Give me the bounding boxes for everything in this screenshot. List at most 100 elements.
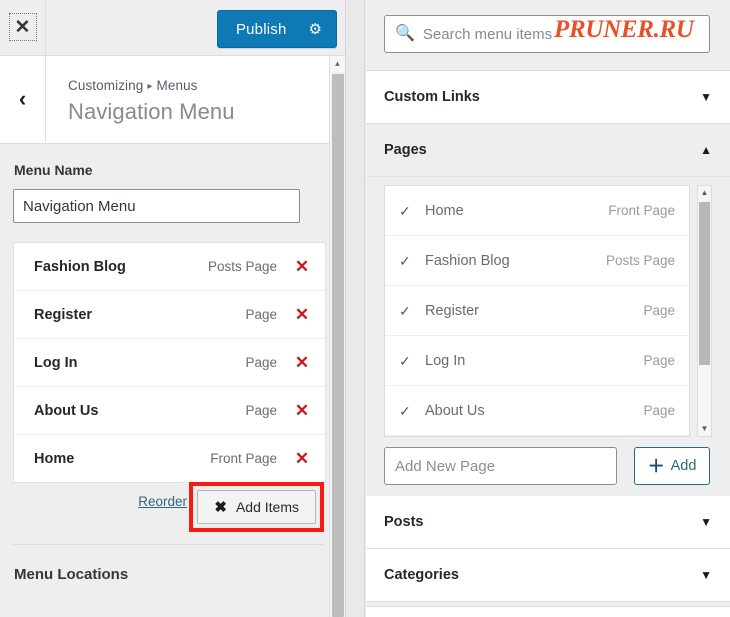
list-item[interactable]: ✓ Register Page: [385, 286, 689, 336]
reorder-link[interactable]: Reorder: [138, 494, 187, 509]
accordion-title: Categories: [384, 567, 459, 583]
accordion-categories[interactable]: Categories ▼: [366, 549, 730, 602]
gear-icon[interactable]: ⚙: [309, 22, 322, 37]
list-item[interactable]: ✓ Fashion Blog Posts Page: [385, 236, 689, 286]
publish-button-label: Publish: [235, 20, 287, 38]
add-new-page-input[interactable]: [384, 447, 617, 485]
page-type-label: Front Page: [608, 203, 675, 218]
customizer-screen: ✕ Publish ⚙ ‹ Customizing ▸ Menus Navigati…: [0, 0, 730, 617]
page-title-label: Register: [425, 302, 479, 319]
accordion-posts[interactable]: Posts ▼: [366, 496, 730, 549]
menu-locations-heading: Menu Locations: [14, 566, 129, 583]
add-items-button[interactable]: ✖ Add Items: [197, 490, 316, 524]
pages-panel: ✓ Home Front Page ✓ Fashion Blog Posts P…: [366, 177, 730, 438]
scrollbar-thumb[interactable]: [699, 202, 710, 365]
add-items-highlight: ✖ Add Items: [189, 482, 324, 532]
list-item[interactable]: ✓ About Us Page: [385, 386, 689, 436]
chevron-up-icon: ▲: [700, 143, 712, 157]
menu-item-row[interactable]: Fashion Blog Posts Page ✕: [14, 243, 325, 291]
menu-item-row[interactable]: Register Page ✕: [14, 291, 325, 339]
customizer-topbar: ✕ Publish ⚙: [0, 0, 345, 56]
close-x-icon: ✖: [214, 498, 227, 516]
page-type-label: Page: [643, 353, 675, 368]
page-type-label: Page: [643, 403, 675, 418]
page-title-label: Log In: [425, 352, 466, 369]
panel-bottom-fill: [366, 606, 730, 617]
search-placeholder: Search menu items: [422, 25, 553, 43]
menu-item-row[interactable]: Log In Page ✕: [14, 339, 325, 387]
menu-item-title: Fashion Blog: [34, 258, 126, 275]
add-items-button-label: Add Items: [235, 499, 299, 515]
page-type-label: Posts Page: [605, 253, 675, 268]
list-item[interactable]: ✓ Home Front Page: [385, 186, 689, 236]
remove-menu-item-icon[interactable]: ✕: [291, 400, 313, 422]
check-icon: ✓: [399, 402, 411, 419]
breadcrumb-root[interactable]: Customizing: [68, 78, 143, 93]
remove-menu-item-icon[interactable]: ✕: [291, 352, 313, 374]
chevron-down-icon: ▼: [700, 568, 712, 582]
page-title-label: About Us: [425, 402, 485, 419]
plus-icon: ＋: [647, 456, 665, 476]
check-icon: ✓: [399, 352, 411, 369]
remove-menu-item-icon[interactable]: ✕: [291, 256, 313, 278]
chevron-down-icon: ▼: [700, 515, 712, 529]
chevron-down-icon: ▼: [700, 90, 712, 104]
menu-item-type: Posts Page: [207, 259, 277, 274]
accordion-custom-links[interactable]: Custom Links ▼: [366, 71, 730, 124]
check-icon: ✓: [399, 202, 411, 219]
close-customizer-button[interactable]: ✕: [0, 0, 46, 54]
menu-item-type: Page: [245, 355, 277, 370]
check-icon: ✓: [399, 302, 411, 319]
menu-item-title: Log In: [34, 354, 78, 371]
panel-body: Menu Name Fashion Blog Posts Page ✕ Regi…: [0, 144, 345, 617]
menu-item-type: Front Page: [210, 451, 277, 466]
scroll-down-arrow-icon[interactable]: ▼: [698, 422, 711, 436]
divider: [13, 544, 324, 545]
panel-header: ‹ Customizing ▸ Menus Navigation Menu: [0, 56, 345, 144]
page-title-label: Home: [425, 202, 464, 219]
add-page-button[interactable]: ＋ Add: [634, 447, 710, 485]
menu-item-type: Page: [245, 307, 277, 322]
menu-name-input[interactable]: [13, 189, 300, 223]
pages-list-scrollbar[interactable]: ▲ ▼: [697, 185, 712, 437]
page-title-label: Fashion Blog: [425, 252, 510, 269]
menu-item-row[interactable]: Home Front Page ✕: [14, 435, 325, 482]
menu-item-title: About Us: [34, 402, 99, 419]
scroll-up-arrow-icon[interactable]: ▲: [698, 186, 711, 200]
left-panel-scrollbar[interactable]: ▲: [329, 56, 345, 617]
menu-item-row[interactable]: About Us Page ✕: [14, 387, 325, 435]
remove-menu-item-icon[interactable]: ✕: [291, 448, 313, 470]
add-new-page-row: ＋ Add: [366, 438, 730, 496]
chevron-left-icon: ‹: [18, 86, 27, 111]
close-icon: ✕: [8, 13, 37, 41]
publish-button[interactable]: Publish ⚙: [216, 10, 337, 48]
panel-divider: [345, 0, 365, 617]
customizer-left-panel: ✕ Publish ⚙ ‹ Customizing ▸ Menus Navigati…: [0, 0, 345, 617]
menu-item-type: Page: [245, 403, 277, 418]
accordion-title: Custom Links: [384, 89, 480, 105]
pages-list: ✓ Home Front Page ✓ Fashion Blog Posts P…: [384, 185, 690, 437]
search-icon: 🔍: [395, 25, 415, 42]
scrollbar-thumb[interactable]: [332, 74, 344, 617]
back-button[interactable]: ‹: [0, 56, 46, 142]
menu-item-title: Home: [34, 450, 75, 467]
accordion-pages[interactable]: Pages ▲: [366, 124, 730, 177]
search-input[interactable]: 🔍 Search menu items: [384, 15, 710, 53]
menu-items-list: Fashion Blog Posts Page ✕ Register Page …: [13, 242, 326, 483]
check-icon: ✓: [399, 252, 411, 269]
page-type-label: Page: [643, 303, 675, 318]
remove-menu-item-icon[interactable]: ✕: [291, 304, 313, 326]
menu-actions-row: Reorder ✖ Add Items: [13, 482, 324, 532]
menu-item-title: Register: [34, 306, 93, 323]
menu-name-label: Menu Name: [14, 162, 93, 178]
search-area: 🔍 Search menu items PRUNER.RU: [366, 0, 730, 71]
accordion-title: Pages: [384, 142, 427, 158]
add-page-button-label: Add: [670, 458, 697, 474]
available-menu-items-panel: 🔍 Search menu items PRUNER.RU Custom Lin…: [366, 0, 730, 617]
breadcrumb-separator-icon: ▸: [147, 81, 153, 92]
list-item[interactable]: ✓ Log In Page: [385, 336, 689, 386]
breadcrumb-current: Menus: [156, 78, 198, 93]
accordion-title: Posts: [384, 514, 424, 530]
breadcrumb: Customizing ▸ Menus: [68, 78, 198, 93]
scroll-up-arrow-icon[interactable]: ▲: [330, 56, 345, 72]
